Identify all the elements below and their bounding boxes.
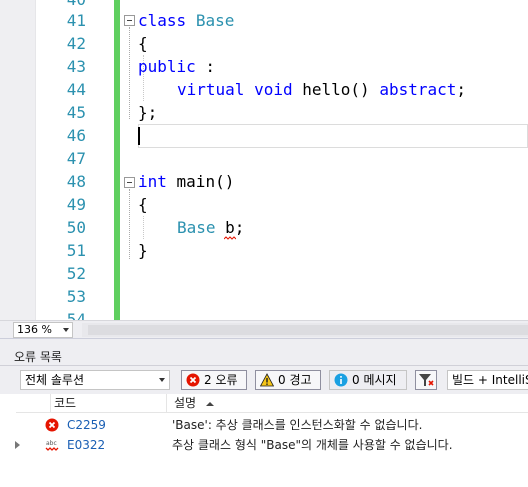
build-source-dropdown[interactable]: 빌드 + IntelliSense <box>447 370 528 390</box>
error-list-header: 오류 목록 <box>0 344 528 366</box>
zoom-level-dropdown[interactable]: 136 % <box>13 322 73 338</box>
indent-guide <box>143 216 144 239</box>
scope-dropdown[interactable]: 전체 솔루션 <box>20 370 170 390</box>
code-line-45: }; <box>138 103 158 122</box>
line-number: 46 <box>66 126 86 145</box>
line-number: 47 <box>66 149 86 168</box>
warnings-count-label: 0 경고 <box>278 373 312 387</box>
zoom-level-value: 136 % <box>17 323 52 336</box>
error-squiggle[interactable] <box>224 236 236 240</box>
line-number: 54 <box>66 310 86 320</box>
code-line-49: { <box>138 195 148 214</box>
column-separator[interactable] <box>166 394 167 413</box>
collapse-class-icon[interactable] <box>124 15 135 26</box>
error-icon <box>186 373 200 387</box>
scope-value: 전체 솔루션 <box>25 373 85 387</box>
funnel-icon <box>419 374 434 386</box>
fold-guide <box>129 27 130 119</box>
code-line-51: } <box>138 241 148 260</box>
line-number: 50 <box>66 218 86 237</box>
messages-count-label: 0 메시지 <box>352 373 397 387</box>
expand-row-icon[interactable] <box>15 441 20 449</box>
code-editor[interactable]: 40 41 42 43 44 45 46 47 48 49 50 51 52 5… <box>0 0 528 320</box>
horizontal-scrollbar[interactable] <box>82 323 528 337</box>
line-number: 41 <box>66 11 86 30</box>
error-code[interactable]: C2259 <box>67 415 106 435</box>
error-list-column-header: 코드 설명 <box>16 394 528 413</box>
current-line-highlight <box>138 124 528 148</box>
warnings-filter-button[interactable]: 0 경고 <box>255 370 321 390</box>
errors-count-label: 2 오류 <box>204 373 238 387</box>
error-row[interactable]: abc E0322 추상 클래스 형식 "Base"의 개체를 사용할 수 없습… <box>15 435 528 455</box>
line-number: 48 <box>66 172 86 191</box>
line-number: 45 <box>66 103 86 122</box>
line-number: 53 <box>66 287 86 306</box>
error-row[interactable]: C2259 'Base': 추상 클래스를 인스턴스화할 수 없습니다. <box>16 415 528 435</box>
code-line-44: virtual void hello() abstract; <box>177 80 467 99</box>
collapse-main-icon[interactable] <box>124 177 135 188</box>
editor-status-bar: 136 % <box>0 320 528 338</box>
code-line-43: public : <box>138 57 216 76</box>
text-caret <box>138 127 140 145</box>
code-line-41: class Base <box>138 11 235 30</box>
error-icon <box>45 418 59 432</box>
intellisense-error-icon: abc <box>45 440 59 451</box>
error-list-toolbar: 전체 솔루션 2 오류 0 경고 0 메시지 빌드 + Intelli <box>0 367 528 393</box>
line-number: 49 <box>66 195 86 214</box>
error-description: 추상 클래스 형식 "Base"의 개체를 사용할 수 없습니다. <box>172 438 453 452</box>
fold-guide <box>129 189 130 259</box>
code-line-42: { <box>138 34 148 53</box>
chevron-down-icon <box>159 378 165 382</box>
column-header-description[interactable]: 설명 <box>174 394 196 412</box>
messages-filter-button[interactable]: 0 메시지 <box>329 370 407 390</box>
glyph-margin <box>0 0 36 320</box>
info-icon <box>334 373 348 387</box>
warning-icon <box>260 373 274 387</box>
line-number: 52 <box>66 264 86 283</box>
filter-button[interactable] <box>415 370 437 390</box>
panel-title: 오류 목록 <box>14 350 62 364</box>
line-number: 44 <box>66 80 86 99</box>
errors-filter-button[interactable]: 2 오류 <box>181 370 247 390</box>
code-line-48: int main() <box>138 172 235 191</box>
line-number: 51 <box>66 241 86 260</box>
error-code[interactable]: E0322 <box>67 435 105 455</box>
svg-text:abc: abc <box>46 440 57 447</box>
sort-ascending-icon <box>206 402 214 406</box>
build-source-value: 빌드 + IntelliSense <box>452 373 528 387</box>
chevron-down-icon <box>63 328 69 332</box>
column-separator[interactable] <box>50 394 51 413</box>
line-number-gutter: 40 41 42 43 44 45 46 47 48 49 50 51 52 5… <box>36 0 88 320</box>
line-number: 43 <box>66 57 86 76</box>
code-text-area[interactable]: class Base { public : virtual void hello… <box>120 0 528 320</box>
error-description: 'Base': 추상 클래스를 인스턴스화할 수 없습니다. <box>172 418 423 432</box>
scrollbar-thumb[interactable] <box>88 325 528 335</box>
error-list[interactable]: 코드 설명 C2259 'Base': 추상 클래스를 인스턴스화할 수 없습니… <box>0 394 528 487</box>
column-header-code[interactable]: 코드 <box>54 394 76 412</box>
line-number: 42 <box>66 34 86 53</box>
